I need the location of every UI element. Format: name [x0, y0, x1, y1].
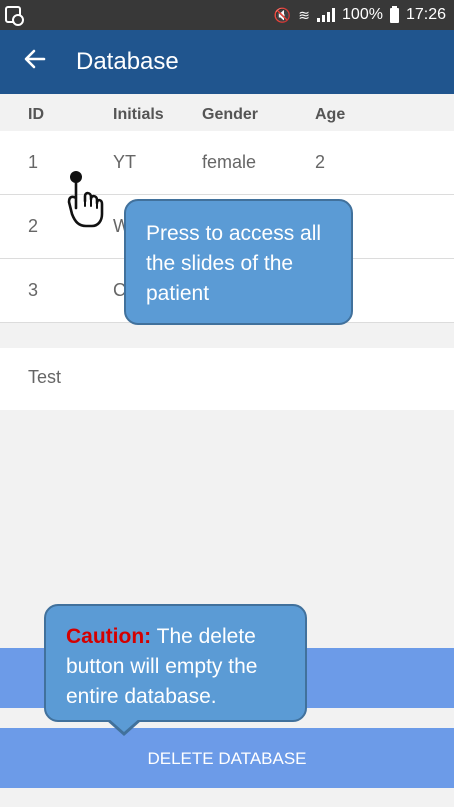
cell-age: 2	[315, 152, 326, 172]
table-header: ID Initials Gender Age	[0, 94, 454, 132]
caution-label: Caution:	[66, 625, 152, 648]
column-header-initials: Initials	[113, 106, 164, 123]
list-item-label: Test	[28, 367, 62, 387]
tooltip-callout-caution: Caution: The delete button will empty th…	[44, 604, 307, 736]
column-header-gender: Gender	[202, 106, 259, 123]
tooltip-text: Press to access all the slides of the pa…	[146, 222, 322, 305]
tooltip-callout-slides: Press to access all the slides of the pa…	[124, 199, 353, 325]
cell-id: 2	[28, 216, 39, 236]
delete-database-button[interactable]: DELETE DATABASE	[0, 728, 454, 788]
page-title: Database	[76, 48, 179, 75]
hand-pointer-icon	[64, 168, 108, 232]
clock: 17:26	[405, 6, 446, 23]
list-item[interactable]: Test	[0, 348, 454, 410]
mute-icon: 🔇	[273, 6, 292, 23]
column-header-age: Age	[315, 106, 346, 123]
battery-icon	[389, 5, 399, 23]
column-header-id: ID	[28, 106, 44, 123]
cell-id: 1	[28, 152, 39, 172]
callout-tail	[106, 718, 142, 736]
app-bar: Database	[0, 30, 454, 94]
cell-initials: YT	[113, 152, 137, 172]
wifi-icon: ≋	[298, 6, 311, 23]
battery-percent: 100%	[342, 6, 383, 23]
signal-icon	[317, 8, 336, 22]
back-arrow-icon[interactable]	[20, 46, 50, 76]
status-bar: 🔇 ≋ 100% 17:26	[0, 0, 454, 30]
app-notification-icon	[5, 6, 24, 26]
cell-gender: female	[202, 152, 257, 172]
delete-database-label: DELETE DATABASE	[147, 749, 307, 768]
cell-id: 3	[28, 280, 39, 300]
